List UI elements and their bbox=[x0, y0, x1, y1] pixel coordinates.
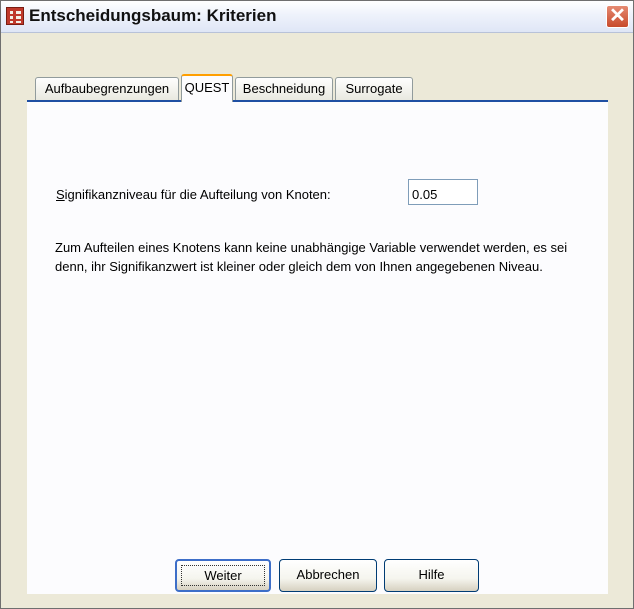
table-icon bbox=[6, 7, 24, 25]
close-icon: ✕ bbox=[609, 5, 626, 27]
close-button[interactable]: ✕ bbox=[606, 5, 629, 28]
tab-aufbaubegrenzungen[interactable]: Aufbaubegrenzungen bbox=[35, 77, 179, 101]
tab-quest[interactable]: QUEST bbox=[181, 74, 233, 102]
title-bar[interactable]: Entscheidungsbaum: Kriterien ✕ bbox=[1, 1, 633, 33]
continue-button[interactable]: Weiter bbox=[175, 559, 271, 592]
quest-panel: Signifikanzniveau für die Aufteilung von… bbox=[27, 102, 608, 594]
cancel-button[interactable]: Abbrechen bbox=[279, 559, 377, 592]
description-text: Zum Aufteilen eines Knotens kann keine u… bbox=[55, 240, 568, 274]
significance-label-mnemonic: S bbox=[56, 187, 65, 202]
significance-label: Signifikanzniveau für die Aufteilung von… bbox=[56, 187, 331, 202]
tab-surrogate[interactable]: Surrogate bbox=[335, 77, 413, 101]
focus-rectangle bbox=[181, 565, 265, 586]
significance-level-input[interactable] bbox=[408, 179, 478, 205]
help-button[interactable]: Hilfe bbox=[384, 559, 479, 592]
window-title: Entscheidungsbaum: Kriterien bbox=[29, 6, 277, 25]
significance-label-text: ignifikanzniveau für die Aufteilung von … bbox=[64, 187, 331, 202]
tab-beschneidung[interactable]: Beschneidung bbox=[235, 77, 333, 101]
dialog-window: Entscheidungsbaum: Kriterien ✕ Aufbaubeg… bbox=[0, 0, 634, 609]
